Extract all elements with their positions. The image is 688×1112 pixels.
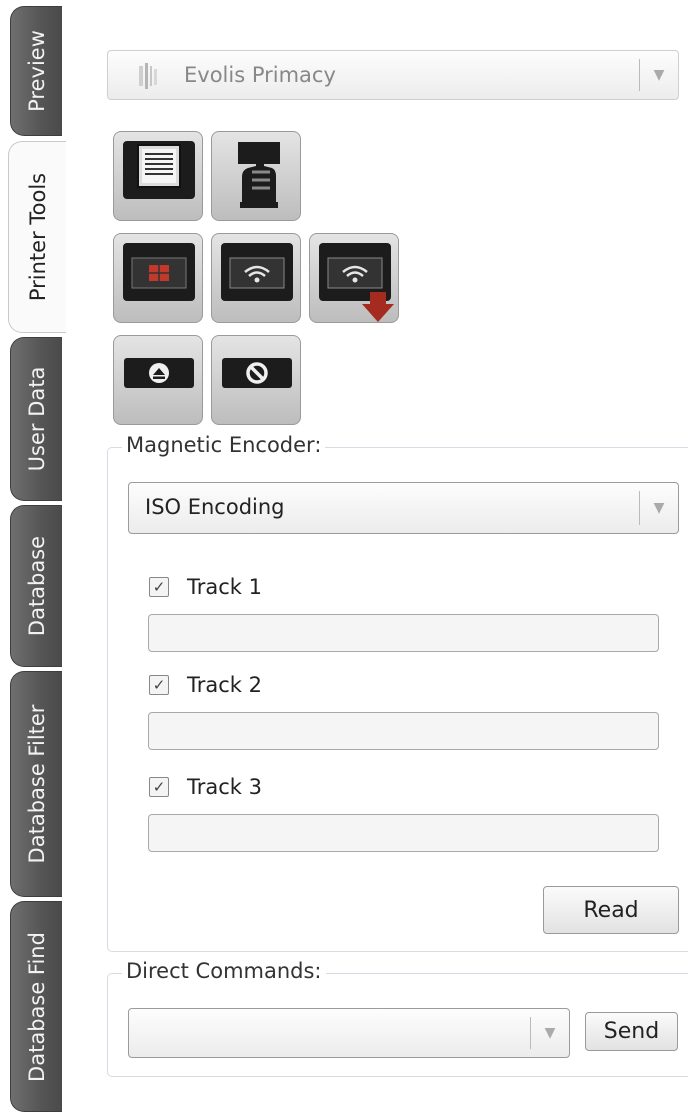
tab-database[interactable]: Database xyxy=(10,505,62,667)
vertical-tab-bar: Preview Printer Tools User Data Database… xyxy=(0,0,66,1112)
tab-preview[interactable]: Preview xyxy=(10,6,62,136)
contactless-encode-button[interactable] xyxy=(211,233,301,323)
track-2-label: Track 2 xyxy=(187,673,262,697)
contactless-encode-eject-button[interactable] xyxy=(309,233,399,323)
tab-database-label: Database xyxy=(24,535,49,637)
tab-printer-tools-label: Printer Tools xyxy=(25,172,50,302)
encoding-select[interactable]: ISO Encoding ▼ xyxy=(128,482,679,534)
chevron-down-icon[interactable]: ▼ xyxy=(530,1017,569,1049)
track-1-label: Track 1 xyxy=(187,575,262,599)
track-2-row: ✓ Track 2 xyxy=(149,670,262,700)
tab-user-data-label: User Data xyxy=(24,366,49,472)
manual-feed-hand-icon xyxy=(238,142,280,208)
track-1-input[interactable] xyxy=(148,614,659,652)
track-2-input[interactable] xyxy=(148,712,659,750)
track-3-checkbox[interactable]: ✓ xyxy=(149,777,169,797)
tab-preview-label: Preview xyxy=(24,30,49,112)
contact-chip-encode-icon xyxy=(131,257,187,289)
tab-database-find[interactable]: Database Find xyxy=(10,901,62,1112)
track-1-checkbox[interactable]: ✓ xyxy=(149,577,169,597)
printer-select[interactable]: Evolis Primacy ▼ xyxy=(107,50,679,100)
chevron-down-icon[interactable]: ▼ xyxy=(639,59,678,91)
tab-database-filter[interactable]: Database Filter xyxy=(10,671,62,897)
contactless-encode-icon xyxy=(229,257,285,289)
encoding-select-value: ISO Encoding xyxy=(145,495,285,519)
send-button[interactable]: Send xyxy=(585,1012,678,1051)
magnetic-encoder-legend: Magnetic Encoder: xyxy=(122,433,326,457)
printer-model-icon xyxy=(139,63,157,89)
command-combobox[interactable]: ▼ xyxy=(128,1008,570,1058)
track-3-input[interactable] xyxy=(148,814,659,852)
read-button[interactable]: Read xyxy=(543,886,679,934)
cancel-job-icon xyxy=(222,358,292,388)
cancel-job-button[interactable] xyxy=(211,335,301,425)
eject-card-button[interactable] xyxy=(113,335,203,425)
chevron-down-icon[interactable]: ▼ xyxy=(639,491,678,525)
tab-database-filter-label: Database Filter xyxy=(24,704,49,864)
track-1-row: ✓ Track 1 xyxy=(149,572,262,602)
direct-commands-legend: Direct Commands: xyxy=(122,959,326,983)
eject-card-icon xyxy=(124,358,194,388)
track-2-checkbox[interactable]: ✓ xyxy=(149,675,169,695)
printer-select-value: Evolis Primacy xyxy=(184,63,336,87)
manual-feed-button[interactable] xyxy=(211,131,301,221)
track-3-label: Track 3 xyxy=(187,775,262,799)
print-test-card-button[interactable] xyxy=(113,131,203,221)
contact-chip-encode-button[interactable] xyxy=(113,233,203,323)
contactless-encode-eject-icon xyxy=(327,257,394,322)
tab-user-data[interactable]: User Data xyxy=(10,337,62,501)
track-3-row: ✓ Track 3 xyxy=(149,772,262,802)
print-test-card-icon xyxy=(137,144,181,188)
tab-database-find-label: Database Find xyxy=(24,931,49,1082)
tab-printer-tools[interactable]: Printer Tools xyxy=(8,141,66,333)
